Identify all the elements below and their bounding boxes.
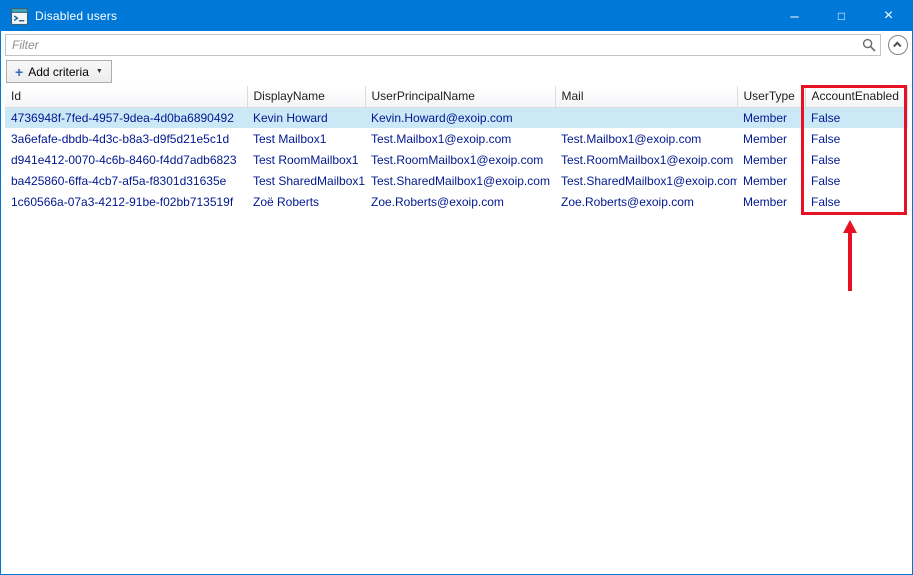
cell-filler xyxy=(907,191,908,212)
filter-input[interactable] xyxy=(5,34,881,56)
maximize-button[interactable]: □ xyxy=(818,1,865,31)
table-row[interactable]: ba425860-6ffa-4cb7-af5a-f8301d31635e Tes… xyxy=(5,170,908,191)
cell-mail: Test.RoomMailbox1@exoip.com xyxy=(555,149,737,170)
app-window: Disabled users – □ × + Add criteria ▼ xyxy=(0,0,913,575)
cell-mail: Zoe.Roberts@exoip.com xyxy=(555,191,737,212)
filter-bar xyxy=(5,32,908,58)
column-header-displayname[interactable]: DisplayName xyxy=(247,86,365,107)
users-table: Id DisplayName UserPrincipalName Mail Us… xyxy=(5,86,908,212)
cell-usertype: Member xyxy=(737,128,805,149)
cell-id: 1c60566a-07a3-4212-91be-f02bb713519f xyxy=(5,191,247,212)
cell-displayname: Kevin Howard xyxy=(247,107,365,128)
app-icon xyxy=(11,8,28,25)
results-grid: Id DisplayName UserPrincipalName Mail Us… xyxy=(5,86,908,570)
cell-usertype: Member xyxy=(737,170,805,191)
column-header-filler xyxy=(907,86,908,107)
cell-mail: Test.SharedMailbox1@exoip.com xyxy=(555,170,737,191)
add-criteria-button[interactable]: + Add criteria ▼ xyxy=(6,60,112,83)
cell-userprincipalname: Zoe.Roberts@exoip.com xyxy=(365,191,555,212)
header-row: Id DisplayName UserPrincipalName Mail Us… xyxy=(5,86,908,107)
cell-userprincipalname: Test.RoomMailbox1@exoip.com xyxy=(365,149,555,170)
cell-mail: Test.Mailbox1@exoip.com xyxy=(555,128,737,149)
window-controls: – □ × xyxy=(771,1,912,31)
window-title: Disabled users xyxy=(35,9,117,23)
table-row[interactable]: 4736948f-7fed-4957-9dea-4d0ba6890492 Kev… xyxy=(5,107,908,128)
filter-input-wrap xyxy=(5,34,881,56)
cell-displayname: Test RoomMailbox1 xyxy=(247,149,365,170)
cell-accountenabled: False xyxy=(805,149,907,170)
cell-displayname: Test Mailbox1 xyxy=(247,128,365,149)
search-icon xyxy=(862,38,876,52)
plus-icon: + xyxy=(15,65,23,79)
table-row[interactable]: 1c60566a-07a3-4212-91be-f02bb713519f Zoë… xyxy=(5,191,908,212)
table-row[interactable]: d941e412-0070-4c6b-8460-f4dd7adb6823 Tes… xyxy=(5,149,908,170)
cell-filler xyxy=(907,170,908,191)
cell-filler xyxy=(907,149,908,170)
cell-id: 3a6efafe-dbdb-4d3c-b8a3-d9f5d21e5c1d xyxy=(5,128,247,149)
column-header-userprincipalname[interactable]: UserPrincipalName xyxy=(365,86,555,107)
cell-filler xyxy=(907,107,908,128)
cell-filler xyxy=(907,128,908,149)
cell-id: d941e412-0070-4c6b-8460-f4dd7adb6823 xyxy=(5,149,247,170)
titlebar: Disabled users – □ × xyxy=(1,1,912,31)
column-header-id[interactable]: Id xyxy=(5,86,247,107)
cell-displayname: Test SharedMailbox1 xyxy=(247,170,365,191)
cell-accountenabled: False xyxy=(805,170,907,191)
collapse-criteria-button[interactable] xyxy=(888,35,908,55)
cell-accountenabled: False xyxy=(805,191,907,212)
cell-usertype: Member xyxy=(737,191,805,212)
cell-userprincipalname: Test.SharedMailbox1@exoip.com xyxy=(365,170,555,191)
table-row[interactable]: 3a6efafe-dbdb-4d3c-b8a3-d9f5d21e5c1d Tes… xyxy=(5,128,908,149)
dropdown-caret-icon: ▼ xyxy=(96,68,103,75)
cell-mail xyxy=(555,107,737,128)
close-button[interactable]: × xyxy=(865,1,912,31)
cell-userprincipalname: Test.Mailbox1@exoip.com xyxy=(365,128,555,149)
cell-accountenabled: False xyxy=(805,128,907,149)
cell-userprincipalname: Kevin.Howard@exoip.com xyxy=(365,107,555,128)
column-header-mail[interactable]: Mail xyxy=(555,86,737,107)
column-header-accountenabled[interactable]: AccountEnabled xyxy=(805,86,907,107)
column-header-usertype[interactable]: UserType xyxy=(737,86,805,107)
chevron-up-icon xyxy=(893,41,901,49)
cell-usertype: Member xyxy=(737,149,805,170)
cell-accountenabled: False xyxy=(805,107,907,128)
criteria-bar: + Add criteria ▼ xyxy=(6,60,112,84)
add-criteria-label: Add criteria xyxy=(28,65,89,79)
cell-usertype: Member xyxy=(737,107,805,128)
cell-id: ba425860-6ffa-4cb7-af5a-f8301d31635e xyxy=(5,170,247,191)
cell-displayname: Zoë Roberts xyxy=(247,191,365,212)
minimize-button[interactable]: – xyxy=(771,1,818,31)
cell-id: 4736948f-7fed-4957-9dea-4d0ba6890492 xyxy=(5,107,247,128)
